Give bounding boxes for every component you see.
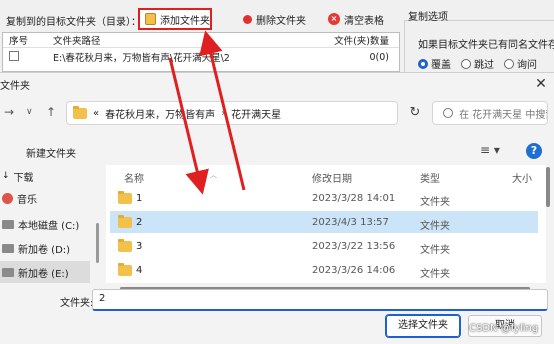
options-title: 复制选项 [408, 12, 448, 23]
col-count: 文件(夹)数量 [334, 36, 389, 47]
column-headers: ︿ 名称 修改日期 类型 大小 [106, 165, 546, 185]
col-size[interactable]: 大小 [512, 170, 532, 185]
breadcrumb-item[interactable]: 春花秋月来，万物皆有声 [105, 106, 215, 121]
search-input[interactable]: 在 花开满天星 中搜索 [432, 101, 548, 125]
nav-item-drive-e[interactable]: 新加卷 (E:) [0, 261, 90, 283]
breadcrumb-separator-icon: › [221, 107, 226, 119]
breadcrumb-item[interactable]: 花开满天星 [231, 106, 281, 121]
view-options-icon[interactable]: ≡ ▾ [480, 143, 500, 157]
folder-name-label: 文件夹: [60, 298, 94, 309]
dialog-title: 文件夹 [0, 81, 30, 92]
navigation-pane: ↓ 下载 音乐 本地磁盘 (C:) 新加卷 (D:) 新加卷 (E:) [0, 163, 96, 283]
refresh-icon[interactable]: ↻ [404, 101, 426, 125]
list-item[interactable]: 1 2023/3/28 14:01 文件夹 [110, 187, 538, 209]
scroll-thumb[interactable] [546, 167, 550, 207]
row-path: E:\春花秋月来，万物皆有声\花开满天星\2 [53, 53, 230, 64]
download-icon: ↓ [2, 171, 10, 181]
copy-options-group: 复制选项 如果目标文件夹已有同名文件存在 覆盖 跳过 询问 [404, 6, 554, 74]
drive-icon [2, 219, 14, 229]
folder-icon [118, 215, 132, 228]
help-icon[interactable]: ? [526, 143, 542, 159]
folder-icon [73, 105, 87, 119]
folder-icon [118, 263, 132, 276]
history-chevron-icon[interactable]: ∨ [26, 107, 33, 117]
list-item-selected[interactable]: 2 2023/4/3 13:57 文件夹 [110, 211, 538, 233]
nav-item-downloads[interactable]: ↓ 下载 [0, 165, 90, 187]
table-header: 序号 文件夹路径 文件(夹)数量 [3, 33, 399, 48]
list-vertical-scrollbar[interactable] [544, 165, 552, 283]
nav-item-music[interactable]: 音乐 [0, 187, 90, 209]
radio-dot[interactable] [461, 59, 471, 69]
col-name[interactable]: 名称 [124, 170, 144, 185]
forward-arrow-icon[interactable]: → [4, 105, 14, 119]
up-arrow-icon[interactable]: ↑ [46, 105, 56, 119]
radio-overwrite[interactable]: 覆盖 [418, 56, 451, 71]
delete-icon [243, 14, 252, 24]
row-count: 0(0) [369, 51, 389, 63]
col-type[interactable]: 类型 [420, 170, 440, 185]
table-row[interactable]: E:\春花秋月来，万物皆有声\花开满天星\2 0(0) [3, 48, 399, 66]
watermark: CSDN @fyling [469, 323, 539, 334]
options-description: 如果目标文件夹已有同名文件存在 [418, 40, 554, 51]
new-folder-button[interactable]: 新建文件夹 [26, 145, 76, 160]
folder-icon [118, 191, 132, 204]
clear-table-label: 清空表格 [344, 15, 384, 27]
add-folder-icon [145, 13, 156, 25]
target-folder-title: 复制到的目标文件夹（目录）： [6, 17, 141, 28]
drive-icon [2, 243, 14, 253]
radio-dot[interactable] [504, 59, 514, 69]
nav-scrollbar[interactable] [94, 163, 100, 283]
col-date[interactable]: 修改日期 [312, 170, 352, 185]
nav-item-drive-d[interactable]: 新加卷 (D:) [0, 237, 90, 259]
delete-folder-button[interactable]: 删除文件夹 [243, 8, 306, 30]
list-item[interactable]: 4 2023/3/26 14:06 文件夹 [110, 259, 538, 281]
close-icon[interactable]: ✕ [528, 73, 554, 95]
list-item[interactable]: 3 2023/3/22 13:56 文件夹 [110, 235, 538, 257]
folder-icon [118, 239, 132, 252]
clear-icon: × [328, 13, 340, 25]
file-list: ︿ 名称 修改日期 类型 大小 1 2023/3/28 14:01 文件夹 2 … [106, 165, 546, 283]
col-path: 文件夹路径 [53, 36, 101, 47]
scroll-thumb[interactable] [96, 223, 99, 263]
search-placeholder: 在 花开满天星 中搜索 [459, 109, 548, 121]
nav-item-drive-c[interactable]: 本地磁盘 (C:) [0, 213, 90, 235]
clear-table-button[interactable]: × 清空表格 [328, 8, 384, 30]
command-bar: 新建文件夹 ≡ ▾ ? [0, 135, 554, 165]
options-radios: 覆盖 跳过 询问 [418, 56, 537, 71]
search-icon [443, 108, 453, 118]
address-bar[interactable]: « 春花秋月来，万物皆有声 › 花开满天星 ∨ [66, 101, 450, 125]
row-checkbox[interactable] [9, 50, 19, 61]
folder-table: 序号 文件夹路径 文件(夹)数量 E:\春花秋月来，万物皆有声\花开满天星\2 … [2, 32, 400, 72]
folder-picker-dialog: 文件夹 ✕ → ∨ ↑ « 春花秋月来，万物皆有声 › 花开满天星 ∨ ↻ 在 … [0, 72, 554, 344]
delete-folder-label: 删除文件夹 [256, 15, 306, 27]
address-overflow[interactable]: « [93, 108, 99, 119]
sort-caret-icon: ︿ [210, 171, 217, 179]
select-folder-button[interactable]: 选择文件夹 [385, 314, 461, 338]
radio-dot[interactable] [418, 59, 428, 69]
radio-skip[interactable]: 跳过 [461, 56, 494, 71]
music-icon [2, 192, 13, 204]
folder-name-input[interactable]: 2 [92, 289, 548, 311]
add-folder-label: 添加文件夹 [160, 15, 210, 27]
col-index: 序号 [9, 36, 29, 47]
add-folder-button[interactable]: 添加文件夹 [138, 8, 212, 30]
radio-ask[interactable]: 询问 [504, 56, 537, 71]
drive-icon [2, 267, 14, 277]
